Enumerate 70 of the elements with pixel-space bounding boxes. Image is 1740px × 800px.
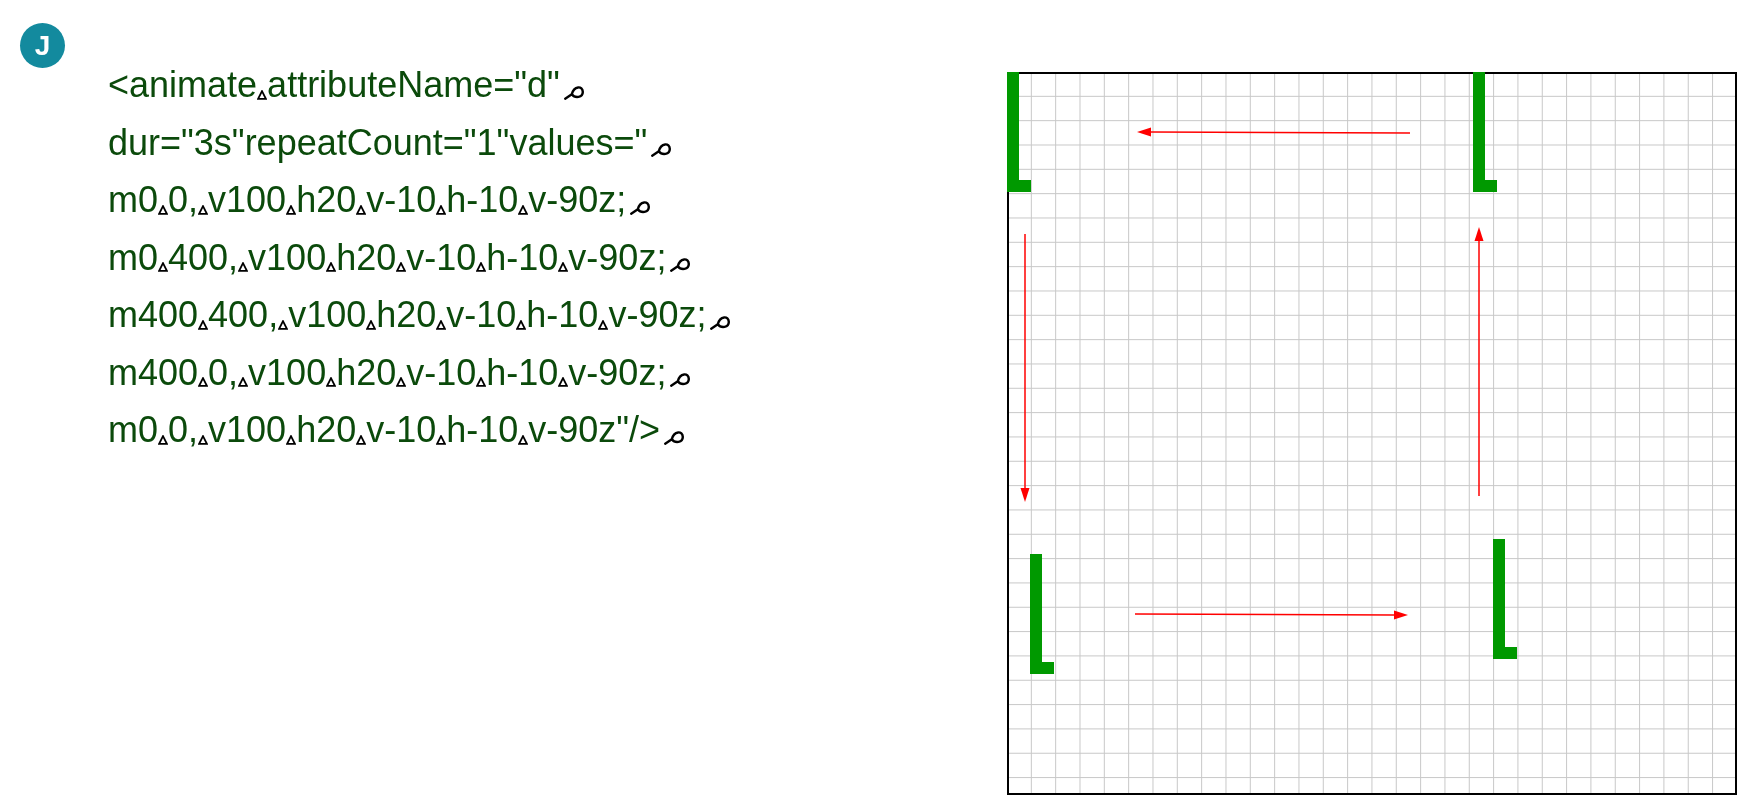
code-token: v-90z; xyxy=(568,235,667,280)
space-mark-icon xyxy=(396,377,407,388)
space-mark-icon xyxy=(238,377,249,388)
space-mark-icon xyxy=(476,262,487,273)
code-token: h20 xyxy=(296,178,357,222)
code-token: h20 xyxy=(376,293,437,337)
space-mark-icon xyxy=(158,434,168,445)
code-token: v100 xyxy=(248,350,327,395)
code-token: dur="3s"repeatCount="1"values=" xyxy=(108,120,648,165)
space-mark-icon xyxy=(436,204,447,215)
code-token: v100 xyxy=(208,408,287,452)
code-token: m0 xyxy=(108,235,158,280)
letter-badge: J xyxy=(20,23,65,68)
code-token: h20 xyxy=(336,350,397,395)
space-mark-icon xyxy=(476,377,487,388)
code-token: attributeName="d" xyxy=(267,63,560,107)
space-mark-icon xyxy=(436,319,447,330)
code-token: v100 xyxy=(288,293,367,337)
code-token: m0 xyxy=(108,178,158,222)
space-mark-icon xyxy=(278,319,289,330)
space-mark-icon xyxy=(356,434,367,445)
space-mark-icon xyxy=(238,262,249,273)
space-mark-icon xyxy=(286,204,297,215)
space-mark-icon xyxy=(518,434,529,445)
code-token: m0 xyxy=(108,408,158,452)
space-mark-icon xyxy=(598,319,609,330)
space-mark-icon xyxy=(326,377,337,388)
space-mark-icon xyxy=(396,262,407,273)
code-token: v-90z; xyxy=(568,350,667,395)
space-mark-icon xyxy=(516,319,527,330)
code-token: h20 xyxy=(296,408,357,452)
code-token: 0, xyxy=(168,178,199,222)
code-token: 0, xyxy=(168,408,199,452)
code-token: v-10 xyxy=(406,235,477,280)
space-mark-icon xyxy=(198,377,209,388)
code-token: v-90z"/> xyxy=(528,408,661,452)
space-mark-icon xyxy=(158,204,168,215)
code-token: v-10 xyxy=(366,408,437,452)
code-token: h-10 xyxy=(486,350,559,395)
code-token: h-10 xyxy=(446,178,519,222)
code-token: 400, xyxy=(208,293,279,337)
space-mark-icon xyxy=(366,319,377,330)
space-mark-icon xyxy=(518,204,529,215)
space-mark-icon xyxy=(286,434,297,445)
space-mark-icon xyxy=(558,262,569,273)
code-token: h-10 xyxy=(446,408,519,452)
code-token: v-10 xyxy=(446,293,517,337)
code-token: 400, xyxy=(168,235,239,280)
code-token: v-90z; xyxy=(528,178,627,222)
code-token: h-10 xyxy=(526,293,599,337)
code-token: h-10 xyxy=(486,235,559,280)
code-token: v-10 xyxy=(406,350,477,395)
space-mark-icon xyxy=(558,377,569,388)
code-token: 0, xyxy=(208,350,239,395)
space-mark-icon xyxy=(436,434,447,445)
space-mark-icon xyxy=(257,89,268,100)
code-token: <animate xyxy=(108,63,258,107)
space-mark-icon xyxy=(198,434,209,445)
code-token: h20 xyxy=(336,235,397,280)
code-token: m400 xyxy=(108,350,199,395)
code-token: v-10 xyxy=(366,178,437,222)
code-token: v100 xyxy=(248,235,327,280)
space-mark-icon xyxy=(158,262,168,273)
space-mark-icon xyxy=(198,204,209,215)
space-mark-icon xyxy=(326,262,337,273)
code-token: m400 xyxy=(108,293,199,337)
space-mark-icon xyxy=(356,204,367,215)
space-mark-icon xyxy=(198,319,209,330)
code-token: v-90z; xyxy=(608,293,707,337)
code-token: v100 xyxy=(208,178,287,222)
